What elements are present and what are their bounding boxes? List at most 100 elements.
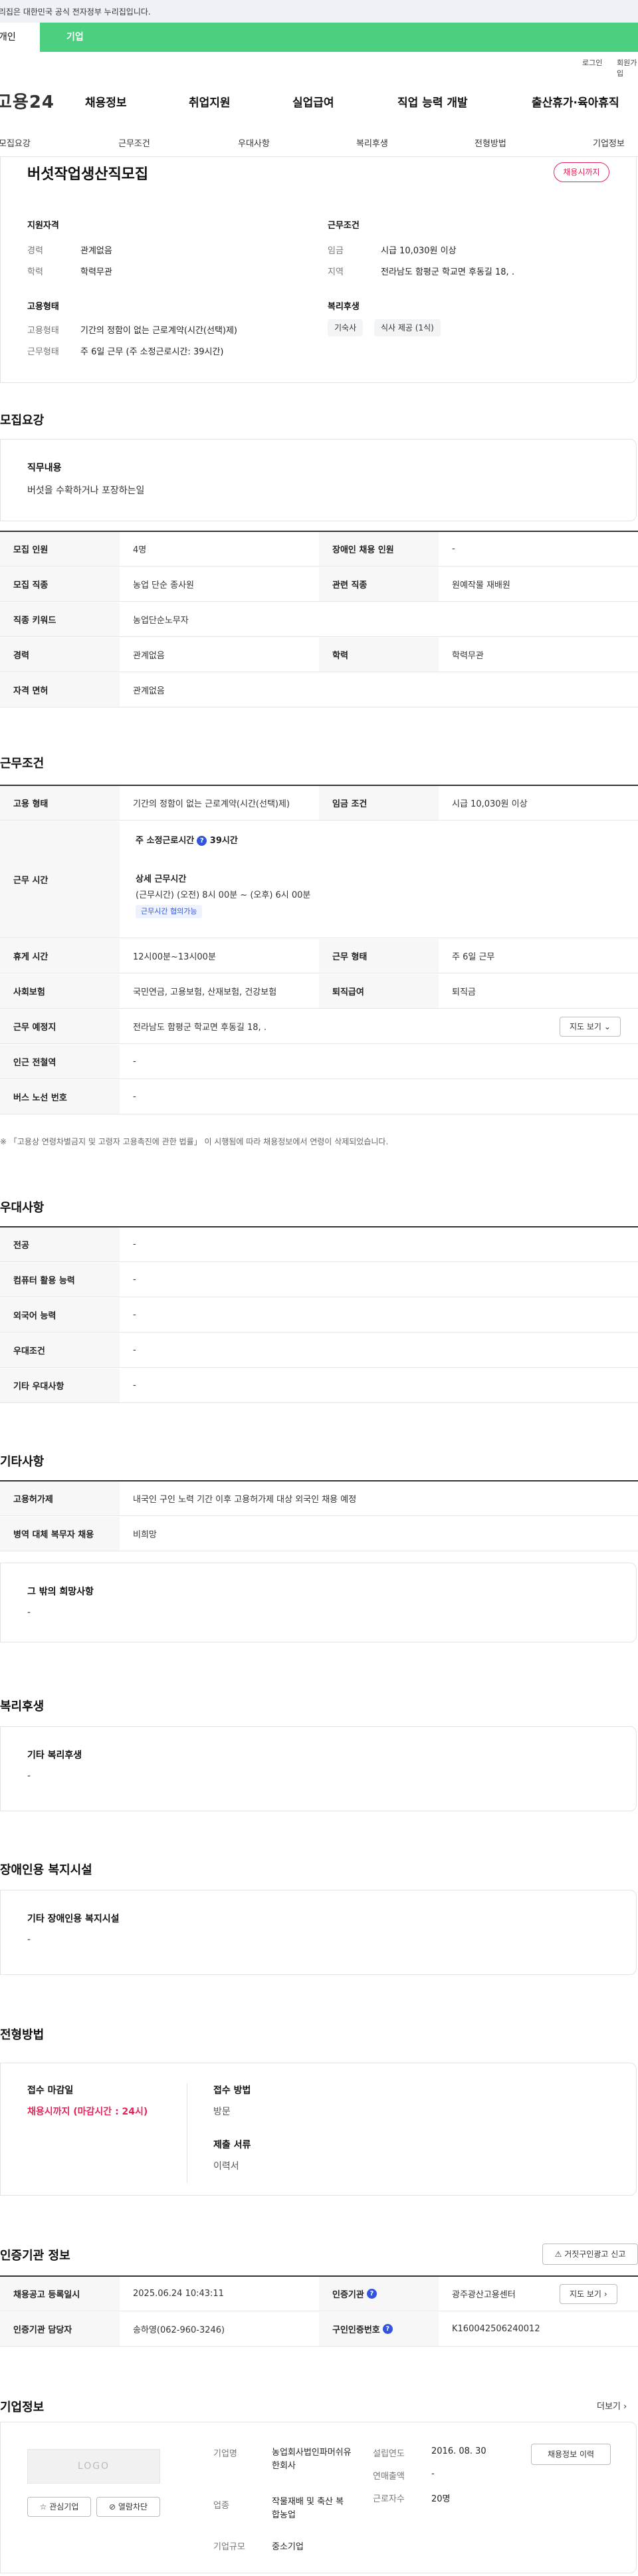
detail-hours-title: 상세 근무시간 — [136, 874, 187, 884]
block-view-button[interactable]: ⊘ 열람차단 — [96, 2497, 160, 2517]
company-logo: LOGO — [27, 2449, 160, 2484]
welfare-box: 기타 복리후생 - — [0, 1726, 637, 1811]
gnb-item-unemployment[interactable]: 실업급여 — [292, 93, 334, 110]
table-row: 근무 예정지 전라남도 함평군 학교면 후동길 18, . 지도 보기 ⌄ — [0, 1009, 638, 1044]
login-link[interactable]: 로그인 — [582, 57, 602, 68]
section-title-method: 전형방법 — [0, 2028, 45, 2042]
table-row: 기타 우대사항 - — [0, 1368, 638, 1403]
report-ad-button[interactable]: ⚠ 거짓구인광고 신고 — [542, 2244, 638, 2265]
way-label: 접수 방법 — [213, 2085, 251, 2096]
table-row: 경력 관계없음 학력 학력무관 — [0, 638, 638, 672]
wage-value: 시급 10,030원 이상 — [381, 246, 457, 256]
join-link[interactable]: 회원가입 — [617, 57, 638, 78]
docs-value: 이력서 — [213, 2161, 239, 2172]
company-box: LOGO ☆ 관심기업 ⊘ 열람차단 기업명 농업회사법인파머쉬유한회사 업종 … — [0, 2422, 637, 2573]
cert-map-button[interactable]: 지도 보기 › — [560, 2284, 617, 2304]
table-row: 채용공고 등록일시 2025.06.24 10:43:11 인증기관? 광주광산… — [0, 2277, 638, 2311]
disabled-box-value: - — [27, 1934, 31, 1945]
section-title-conditions: 근무조건 — [0, 757, 45, 771]
subnav-conditions[interactable]: 근무조건 — [118, 136, 150, 149]
est-label: 설립연도 — [373, 2449, 405, 2459]
emp-title: 고용형태 — [27, 302, 59, 312]
negotiable-tag: 근무시간 협의가능 — [136, 905, 203, 918]
history-button[interactable]: 채용정보 이력 — [531, 2444, 611, 2465]
table-row: 우대조건 - — [0, 1333, 638, 1368]
more-link[interactable]: 더보기 › — [597, 2399, 627, 2412]
age-note: ※ 「고용상 연령차별금지 및 고령자 고용촉진에 관한 법률」 이 시행됨에 … — [0, 1137, 389, 1146]
fav-company-button[interactable]: ☆ 관심기업 — [27, 2497, 91, 2517]
table-row: 고용허가제 내국인 구인 노력 기간 이후 고용허가제 대상 외국인 채용 예정 — [0, 1481, 638, 1516]
subnav-welfare[interactable]: 복리후생 — [356, 136, 388, 149]
emp-label: 고용형태 — [27, 326, 59, 336]
gnb-item-jobs[interactable]: 채용정보 — [85, 93, 127, 110]
section-title-cert: 인증기관 정보 — [0, 2249, 70, 2263]
est-value: 2016. 08. 30 — [431, 2446, 486, 2456]
work-value: 주 6일 근무 (주 소정근로시간: 39시간) — [80, 347, 224, 357]
recruit-table: 모집 인원 4명 장애인 채용 인원 - 모집 직종 농업 단순 종사원 관련 … — [0, 531, 638, 708]
map-button[interactable]: 지도 보기 ⌄ — [560, 1017, 621, 1037]
etc-box-title: 그 밖의 희망사항 — [27, 1587, 94, 1597]
subnav-recruit[interactable]: 모집요강 — [0, 136, 31, 149]
help-icon[interactable]: ? — [197, 836, 207, 846]
section-title-recruit: 모집요강 — [0, 414, 45, 428]
edu-value: 학력무관 — [80, 267, 112, 277]
tab-personal[interactable]: 개인 — [0, 23, 40, 52]
prefer-table: 전공 - 컴퓨터 활용 능력 - 외국어 능력 - 우대조건 - 기타 우대사항… — [0, 1226, 638, 1403]
section-title-company: 기업정보 — [0, 2400, 45, 2414]
gnb-item-leave[interactable]: 출산휴가·육아휴직 — [532, 93, 619, 110]
gov-banner: 이 누리집은 대한민국 공식 전자정부 누리집입니다. — [0, 0, 638, 23]
region-value: 전라남도 함평군 학교면 후동길 18, . — [381, 267, 514, 277]
welfare-box-value: - — [27, 1771, 31, 1781]
duty-title: 직무내용 — [27, 463, 62, 473]
size-value: 중소기업 — [272, 2542, 304, 2552]
table-row: 고용 형태 기간의 정함이 없는 근로계약(시간(선택)제) 임금 조건 시급 … — [0, 786, 638, 821]
wage-label: 임금 — [328, 246, 344, 256]
job-summary-card: 버섯작업생산직모집 채용시까지 지원자격 경력 관계없음 학력 학력무관 고용형… — [0, 157, 637, 383]
duty-box: 직무내용 버섯을 수확하거나 포장하는일 — [0, 439, 637, 521]
method-box: 접수 마감일 채용시까지 (마감시간 : 24시) 접수 방법 방문 제출 서류… — [0, 2063, 637, 2196]
gnb-item-support[interactable]: 취업지원 — [189, 93, 231, 110]
work-label: 근무형태 — [27, 347, 59, 357]
table-row: 모집 인원 4명 장애인 채용 인원 - — [0, 532, 638, 567]
sales-value: - — [431, 2469, 435, 2479]
deadline-label: 접수 마감일 — [27, 2085, 74, 2096]
industry-label: 업종 — [213, 2501, 229, 2511]
subnav-prefer[interactable]: 우대사항 — [238, 136, 270, 149]
subnav-company[interactable]: 기업정보 — [593, 136, 625, 149]
table-row: 자격 면허 관계없음 — [0, 673, 638, 708]
career-label: 경력 — [27, 246, 43, 256]
etc-table: 고용허가제 내국인 구인 노력 기간 이후 고용허가제 대상 외국인 채용 예정… — [0, 1480, 638, 1551]
site-logo[interactable]: 고용24 — [0, 88, 54, 113]
employees-value: 20명 — [431, 2494, 451, 2504]
welfare-chip: 기숙사 — [328, 319, 364, 336]
docs-label: 제출 서류 — [213, 2140, 251, 2150]
edu-label: 학력 — [27, 267, 43, 277]
way-value: 방문 — [213, 2107, 231, 2117]
detail-hours-value: (근무시간) (오전) 8시 00분 ~ (오후) 6시 00분 — [136, 890, 311, 900]
table-row: 직종 키워드 농업단순노무자 — [0, 602, 638, 637]
weekly-hours: 주 소정근로시간? 39시간 — [136, 836, 238, 846]
disabled-box-title: 기타 장애인용 복지시설 — [27, 1914, 120, 1924]
status-badge: 채용시까지 — [554, 162, 609, 182]
chevron-right-icon: › — [603, 2289, 607, 2299]
table-row: 휴게 시간 12시00분~13시00분 근무 형태 주 6일 근무 — [0, 939, 638, 973]
top-tab-bar: 개인 기업 — [0, 23, 638, 52]
gov-banner-text: 이 누리집은 대한민국 공식 전자정부 누리집입니다. — [0, 7, 151, 17]
table-row: 전공 - — [0, 1227, 638, 1262]
tab-company[interactable]: 기업 — [66, 23, 84, 52]
cert-table: 채용공고 등록일시 2025.06.24 10:43:11 인증기관? 광주광산… — [0, 2275, 638, 2347]
table-row: 컴퓨터 활용 능력 - — [0, 1263, 638, 1297]
qual-title: 지원자격 — [27, 221, 59, 231]
emp-value: 기간의 정함이 없는 근로계약(시간(선택)제) — [80, 326, 238, 336]
industry-value: 작물재배 및 축산 복합농업 — [272, 2497, 344, 2520]
disabled-box: 기타 장애인용 복지시설 - — [0, 1890, 637, 1975]
help-icon[interactable]: ? — [382, 2324, 393, 2334]
section-title-etc: 기타사항 — [0, 1455, 45, 1469]
help-icon[interactable]: ? — [366, 2289, 377, 2299]
star-icon: ☆ — [39, 2502, 47, 2512]
subnav-method[interactable]: 전형방법 — [475, 136, 506, 149]
block-icon: ⊘ — [108, 2502, 116, 2512]
table-row: 외국어 능력 - — [0, 1298, 638, 1333]
gnb-item-training[interactable]: 직업 능력 개발 — [397, 93, 468, 110]
etc-box: 그 밖의 희망사항 - — [0, 1563, 637, 1642]
